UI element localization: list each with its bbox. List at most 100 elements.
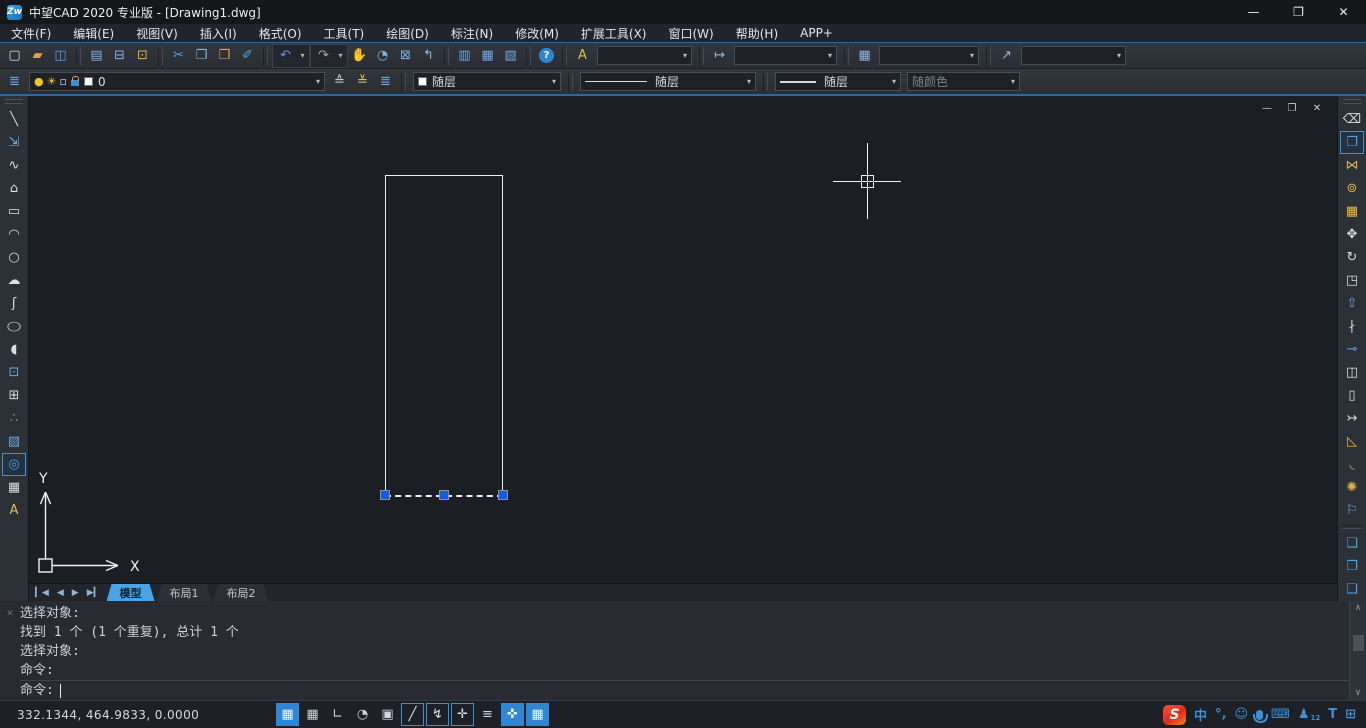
text-style-icon[interactable]: A — [571, 45, 594, 67]
color-combo[interactable]: 随层▾ — [413, 72, 561, 91]
break-tool[interactable]: ▯ — [1340, 384, 1364, 407]
paste-icon[interactable]: ❒ — [213, 45, 236, 67]
linetype-combo[interactable]: 随层▾ — [580, 72, 756, 91]
close-button[interactable]: ✕ — [1321, 0, 1366, 24]
menu-item-9[interactable]: 修改(M) — [504, 24, 570, 42]
menu-item-11[interactable]: 窗口(W) — [658, 24, 725, 42]
ime-emoji-icon[interactable]: ☺ — [1234, 707, 1248, 722]
ime-voice-icon[interactable] — [1256, 710, 1263, 720]
circle-tool[interactable]: ○ — [2, 246, 26, 269]
ime-punctuation-icon[interactable]: °‚ — [1215, 707, 1226, 722]
ime-keyboard-icon[interactable]: ⌨ — [1271, 707, 1290, 722]
menu-item-1[interactable]: 文件(F) — [0, 24, 62, 42]
table-style-icon[interactable]: ▦ — [853, 45, 876, 67]
plot-preview-icon[interactable]: ⊡ — [131, 45, 154, 67]
redo-dropdown-icon[interactable]: ▾ — [335, 51, 346, 60]
dynamic-input-toggle[interactable]: ✜ — [501, 703, 524, 726]
zoom-previous-icon[interactable]: ↰ — [417, 45, 440, 67]
grip-handle-2[interactable] — [439, 490, 449, 500]
ellipse-tool[interactable]: ◯ — [2, 315, 26, 338]
plotstyle-combo[interactable]: 随颜色▾ — [907, 72, 1020, 91]
make-block-tool[interactable]: ⊞ — [2, 384, 26, 407]
send-to-back-tool[interactable]: ❐ — [1340, 555, 1364, 578]
ime-wardrobe-icon[interactable]: T — [1328, 707, 1337, 722]
ime-toolbox-icon[interactable]: ⊞ — [1345, 707, 1356, 722]
hatch-tool[interactable]: ▨ — [2, 430, 26, 453]
layer-combo[interactable]: ●☀▫0▾ — [29, 72, 325, 91]
layer-previous-icon[interactable]: ≚ — [351, 71, 374, 93]
table-tool[interactable]: ▦ — [2, 476, 26, 499]
tool-palettes-icon[interactable]: ▧ — [499, 45, 522, 67]
child-minimize-button[interactable]: — — [1261, 102, 1273, 114]
dock-handle[interactable] — [1343, 99, 1361, 104]
tab-model[interactable]: 模型 — [107, 584, 155, 601]
polar-toggle[interactable]: ◔ — [351, 703, 374, 726]
tab-last-button[interactable]: ▶▎ — [87, 588, 101, 598]
plot-icon[interactable]: ▤ — [85, 45, 108, 67]
properties-palette-icon[interactable]: ▥ — [453, 45, 476, 67]
polyline-tool[interactable]: ∿ — [2, 154, 26, 177]
mirror-tool[interactable]: ⋈ — [1340, 154, 1364, 177]
table-style-combo[interactable]: ▾ — [879, 46, 979, 65]
menu-item-7[interactable]: 绘图(D) — [375, 24, 440, 42]
sogou-logo[interactable]: S — [1163, 705, 1186, 725]
lineweight-toggle[interactable]: ≡ — [476, 703, 499, 726]
text-style-combo[interactable]: ▾ — [597, 46, 692, 65]
selected-rectangle[interactable] — [385, 175, 503, 495]
menu-item-10[interactable]: 扩展工具(X) — [570, 24, 658, 42]
ime-skin-icon[interactable]: ♟12 — [1298, 707, 1320, 722]
zoom-window-icon[interactable]: ⊠ — [394, 45, 417, 67]
arc-tool[interactable]: ◠ — [2, 223, 26, 246]
tab-layout1[interactable]: 布局1 — [157, 584, 212, 601]
line-tool[interactable]: ╲ — [2, 108, 26, 131]
undo-dropdown-icon[interactable]: ▾ — [297, 51, 308, 60]
chevron-down-icon[interactable]: ▾ — [1114, 51, 1121, 60]
construction-line-tool[interactable]: ⇲ — [2, 131, 26, 154]
layer-states-icon[interactable]: ≣ — [374, 71, 397, 93]
tab-layout2[interactable]: 布局2 — [214, 584, 269, 601]
command-scrollbar[interactable]: ∧ ∨ — [1349, 601, 1366, 700]
command-close-icon[interactable]: ✕ — [3, 605, 17, 619]
child-close-button[interactable]: ✕ — [1311, 102, 1323, 114]
dyn-ucs-toggle[interactable]: ✛ — [451, 703, 474, 726]
copy-icon[interactable]: ❐ — [190, 45, 213, 67]
bring-to-front-tool[interactable]: ❏ — [1340, 532, 1364, 555]
restore-button[interactable]: ❐ — [1276, 0, 1321, 24]
break-at-point-tool[interactable]: ◫ — [1340, 361, 1364, 384]
dim-style-combo[interactable]: ▾ — [734, 46, 837, 65]
minimize-button[interactable]: — — [1231, 0, 1276, 24]
match-properties-icon[interactable]: ✐ — [236, 45, 259, 67]
otrack-toggle[interactable]: ↯ — [426, 703, 449, 726]
tab-prev-button[interactable]: ◀ — [57, 588, 64, 598]
dim-style-icon[interactable]: ↦ — [708, 45, 731, 67]
lineweight-combo[interactable]: 随层▾ — [775, 72, 901, 91]
pan-icon[interactable]: ✋ — [348, 45, 371, 67]
chevron-down-icon[interactable]: ▾ — [549, 77, 556, 86]
offset-tool[interactable]: ⊚ — [1340, 177, 1364, 200]
ortho-toggle[interactable]: ∟ — [326, 703, 349, 726]
erase-tool[interactable]: ⌫ — [1340, 108, 1364, 131]
open-folder-icon[interactable]: ▰ — [26, 45, 49, 67]
menu-item-5[interactable]: 格式(O) — [248, 24, 313, 42]
redo-icon[interactable]: ↷ — [312, 45, 335, 67]
menu-item-6[interactable]: 工具(T) — [313, 24, 376, 42]
grip-handle-1[interactable] — [380, 490, 390, 500]
plot-area-icon[interactable]: ⊟ — [108, 45, 131, 67]
chevron-down-icon[interactable]: ▾ — [967, 51, 974, 60]
menu-item-2[interactable]: 编辑(E) — [62, 24, 125, 42]
edit-polyline-tool[interactable]: ⚐ — [1340, 499, 1364, 522]
dock-handle[interactable] — [5, 99, 23, 104]
chevron-down-icon[interactable]: ▾ — [680, 51, 687, 60]
spline-tool[interactable]: ʃ — [2, 292, 26, 315]
chevron-down-icon[interactable]: ▾ — [744, 77, 751, 86]
osnap-toggle[interactable]: ╱ — [401, 703, 424, 726]
move-tool[interactable]: ✥ — [1340, 223, 1364, 246]
menu-item-13[interactable]: APP+ — [789, 24, 844, 42]
grid-toggle[interactable]: ▦ — [301, 703, 324, 726]
stretch-tool[interactable]: ⇧ — [1340, 292, 1364, 315]
command-input-line[interactable]: 命令: — [20, 680, 1349, 700]
zoom-realtime-icon[interactable]: ◔ — [371, 45, 394, 67]
ellipse-arc-tool[interactable]: ◖ — [2, 338, 26, 361]
multileader-style-combo[interactable]: ▾ — [1021, 46, 1126, 65]
extend-tool[interactable]: ⊸ — [1340, 338, 1364, 361]
